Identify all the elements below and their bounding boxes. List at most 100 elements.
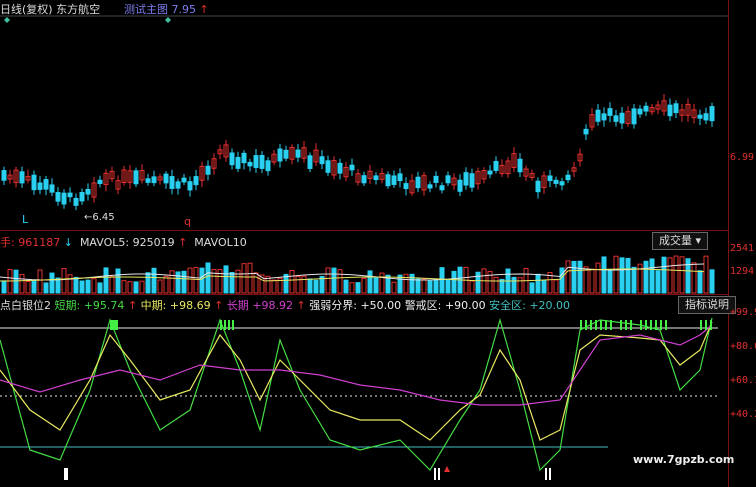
candle-body bbox=[145, 178, 151, 183]
volume-bar bbox=[301, 275, 307, 294]
candle-body bbox=[1, 170, 7, 181]
volume-bar bbox=[565, 260, 571, 294]
candle-body bbox=[79, 192, 85, 202]
candle-body bbox=[391, 175, 397, 185]
volume-bar bbox=[85, 279, 91, 294]
volume-bar bbox=[193, 267, 199, 294]
volume-bar bbox=[223, 265, 229, 294]
volume-bar bbox=[469, 280, 475, 294]
candle-body bbox=[49, 184, 55, 193]
diamond-marker-icon bbox=[4, 17, 10, 23]
candle-body bbox=[619, 112, 625, 124]
candle-body bbox=[547, 175, 553, 182]
volume-axis-mid: 1294 bbox=[730, 266, 755, 277]
volume-bar bbox=[367, 270, 373, 294]
candle-body bbox=[187, 181, 193, 191]
volume-bar bbox=[121, 280, 127, 294]
candle-body bbox=[235, 156, 241, 169]
signal-bar bbox=[655, 320, 657, 330]
candle-body bbox=[319, 156, 325, 165]
price-volume-divider bbox=[0, 230, 728, 231]
volume-bar bbox=[601, 256, 607, 294]
osc-axis-3: +40.2 bbox=[730, 409, 756, 420]
signal-bar bbox=[605, 320, 607, 330]
candle-body bbox=[19, 171, 25, 184]
bottom-signal-bar bbox=[438, 468, 440, 480]
candle-body bbox=[427, 184, 433, 189]
candle-body bbox=[67, 192, 73, 198]
candle-body bbox=[703, 113, 709, 121]
q-marker: q bbox=[184, 215, 191, 228]
candle-body bbox=[487, 170, 493, 175]
volume-bar bbox=[607, 269, 613, 294]
volume-bar bbox=[517, 277, 523, 294]
signal-bar bbox=[116, 320, 118, 330]
volume-bar bbox=[571, 260, 577, 294]
candle-body bbox=[667, 104, 673, 117]
volume-bar bbox=[667, 257, 673, 294]
volume-bar bbox=[175, 271, 181, 294]
volume-bar bbox=[271, 279, 277, 294]
price-chart[interactable] bbox=[0, 0, 728, 228]
volume-bar bbox=[91, 278, 97, 294]
bottom-signal-bar bbox=[64, 468, 66, 480]
candle-body bbox=[565, 174, 571, 181]
candle-body bbox=[469, 173, 475, 188]
candle-body bbox=[643, 105, 649, 112]
volume-bar bbox=[19, 273, 25, 294]
signal-bar bbox=[650, 320, 652, 330]
volume-bar bbox=[661, 256, 667, 294]
signal-bar bbox=[710, 320, 712, 330]
volume-bar bbox=[1, 280, 7, 294]
volume-bar bbox=[241, 263, 247, 294]
volume-bar bbox=[673, 255, 679, 294]
volume-bar bbox=[73, 276, 79, 294]
volume-bar bbox=[187, 267, 193, 294]
candle-body bbox=[253, 155, 259, 168]
volume-bar bbox=[541, 280, 547, 294]
signal-bar bbox=[220, 320, 222, 330]
candle-body bbox=[229, 152, 235, 166]
volume-bar bbox=[445, 279, 451, 294]
candle-body bbox=[535, 180, 541, 193]
candle-body bbox=[193, 176, 199, 186]
volume-bar bbox=[595, 262, 601, 294]
signal-bar bbox=[660, 320, 662, 330]
volume-bar bbox=[127, 281, 133, 294]
volume-bar bbox=[355, 282, 361, 294]
volume-bar bbox=[583, 266, 589, 294]
right-axis-divider bbox=[728, 0, 729, 487]
volume-bar bbox=[379, 272, 385, 294]
candle-body bbox=[583, 128, 589, 135]
volume-bar bbox=[559, 267, 565, 294]
bottom-signal-bar bbox=[549, 468, 551, 480]
volume-bar bbox=[709, 269, 715, 294]
candle-body bbox=[601, 113, 607, 121]
signal-bar bbox=[665, 320, 667, 330]
volume-bar bbox=[535, 273, 541, 294]
signal-bar bbox=[228, 320, 230, 330]
up-triangle-icon bbox=[444, 466, 450, 472]
volume-chart[interactable] bbox=[0, 247, 728, 295]
osc-axis-2: +60.1 bbox=[730, 375, 756, 386]
volume-bar bbox=[13, 269, 19, 294]
volume-bar bbox=[247, 262, 253, 294]
volume-bar bbox=[655, 270, 661, 294]
volume-bar bbox=[589, 268, 595, 294]
site-watermark: www.7gpzb.com bbox=[633, 453, 735, 466]
candle-body bbox=[595, 109, 601, 122]
candle-body bbox=[415, 176, 421, 189]
candle-body bbox=[55, 192, 61, 202]
low-price-marker: ←6.45 bbox=[84, 212, 115, 223]
candle-body bbox=[31, 174, 37, 191]
volume-bar bbox=[409, 273, 415, 294]
volume-bar bbox=[493, 276, 499, 294]
signal-bar bbox=[112, 320, 114, 330]
candle-body bbox=[307, 155, 313, 169]
volume-bar bbox=[229, 272, 235, 294]
oscillator-chart[interactable] bbox=[0, 310, 728, 485]
signal-bar bbox=[625, 320, 627, 330]
candle-body bbox=[445, 175, 451, 184]
volume-bar bbox=[613, 255, 619, 294]
volume-bar bbox=[391, 281, 397, 294]
